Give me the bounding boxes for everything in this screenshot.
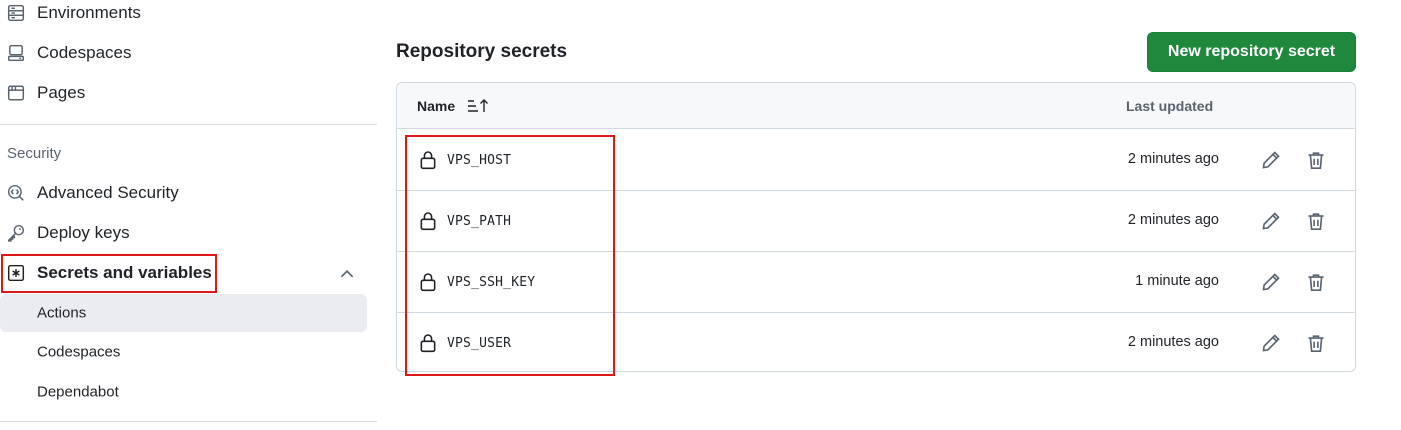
sidebar-item-label: Deploy keys [37, 223, 130, 242]
sidebar-divider [0, 124, 377, 125]
last-updated-text: 2 minutes ago [1127, 334, 1219, 350]
highlight-box-secret-names [405, 135, 615, 376]
sidebar-divider [0, 421, 377, 422]
codespaces-icon [6, 43, 26, 63]
trash-icon[interactable] [1306, 211, 1326, 231]
chevron-up-icon[interactable] [338, 265, 356, 283]
pencil-icon[interactable] [1261, 272, 1281, 292]
sidebar-subitem-label: Actions [37, 304, 87, 322]
sidebar-item-pages[interactable]: Pages [0, 73, 367, 113]
server-icon [6, 3, 26, 23]
table-header: Name Last updated [397, 83, 1355, 129]
sidebar-section-security: Security [7, 145, 62, 162]
browser-icon [6, 83, 26, 103]
settings-sidebar: Environments Codespaces Pages Security A… [0, 0, 377, 430]
sidebar-subitem-actions[interactable]: Actions [0, 294, 367, 332]
sidebar-subitem-codespaces[interactable]: Codespaces [0, 333, 367, 371]
trash-icon[interactable] [1306, 272, 1326, 292]
sidebar-subitem-label: Codespaces [37, 343, 121, 361]
sidebar-subitem-label: Dependabot [37, 383, 119, 401]
sidebar-subitem-dependabot[interactable]: Dependabot [0, 373, 367, 411]
last-updated-text: 2 minutes ago [1127, 212, 1219, 228]
pencil-icon[interactable] [1261, 150, 1281, 170]
last-updated-text: 2 minutes ago [1127, 151, 1219, 167]
column-header-name[interactable]: Name [417, 98, 455, 114]
sidebar-item-label: Codespaces [37, 43, 132, 62]
trash-icon[interactable] [1306, 333, 1326, 353]
codescan-icon [6, 183, 26, 203]
sidebar-item-codespaces[interactable]: Codespaces [0, 33, 367, 73]
sidebar-item-label: Pages [37, 83, 86, 102]
pencil-icon[interactable] [1261, 333, 1281, 353]
key-icon [6, 223, 26, 243]
sidebar-item-advanced-security[interactable]: Advanced Security [0, 173, 367, 213]
page-title: Repository secrets [396, 41, 568, 62]
sidebar-item-label: Environments [37, 3, 141, 22]
sidebar-item-deploy-keys[interactable]: Deploy keys [0, 213, 367, 253]
sort-ascending-icon[interactable] [467, 97, 489, 115]
sidebar-item-label: Advanced Security [37, 183, 179, 202]
highlight-box-secrets-nav [1, 254, 217, 293]
sidebar-item-environments[interactable]: Environments [0, 0, 367, 33]
new-repository-secret-button[interactable]: New repository secret [1147, 32, 1356, 72]
trash-icon[interactable] [1306, 150, 1326, 170]
pencil-icon[interactable] [1261, 211, 1281, 231]
column-header-last-updated: Last updated [1126, 98, 1214, 114]
last-updated-text: 1 minute ago [1135, 273, 1219, 289]
